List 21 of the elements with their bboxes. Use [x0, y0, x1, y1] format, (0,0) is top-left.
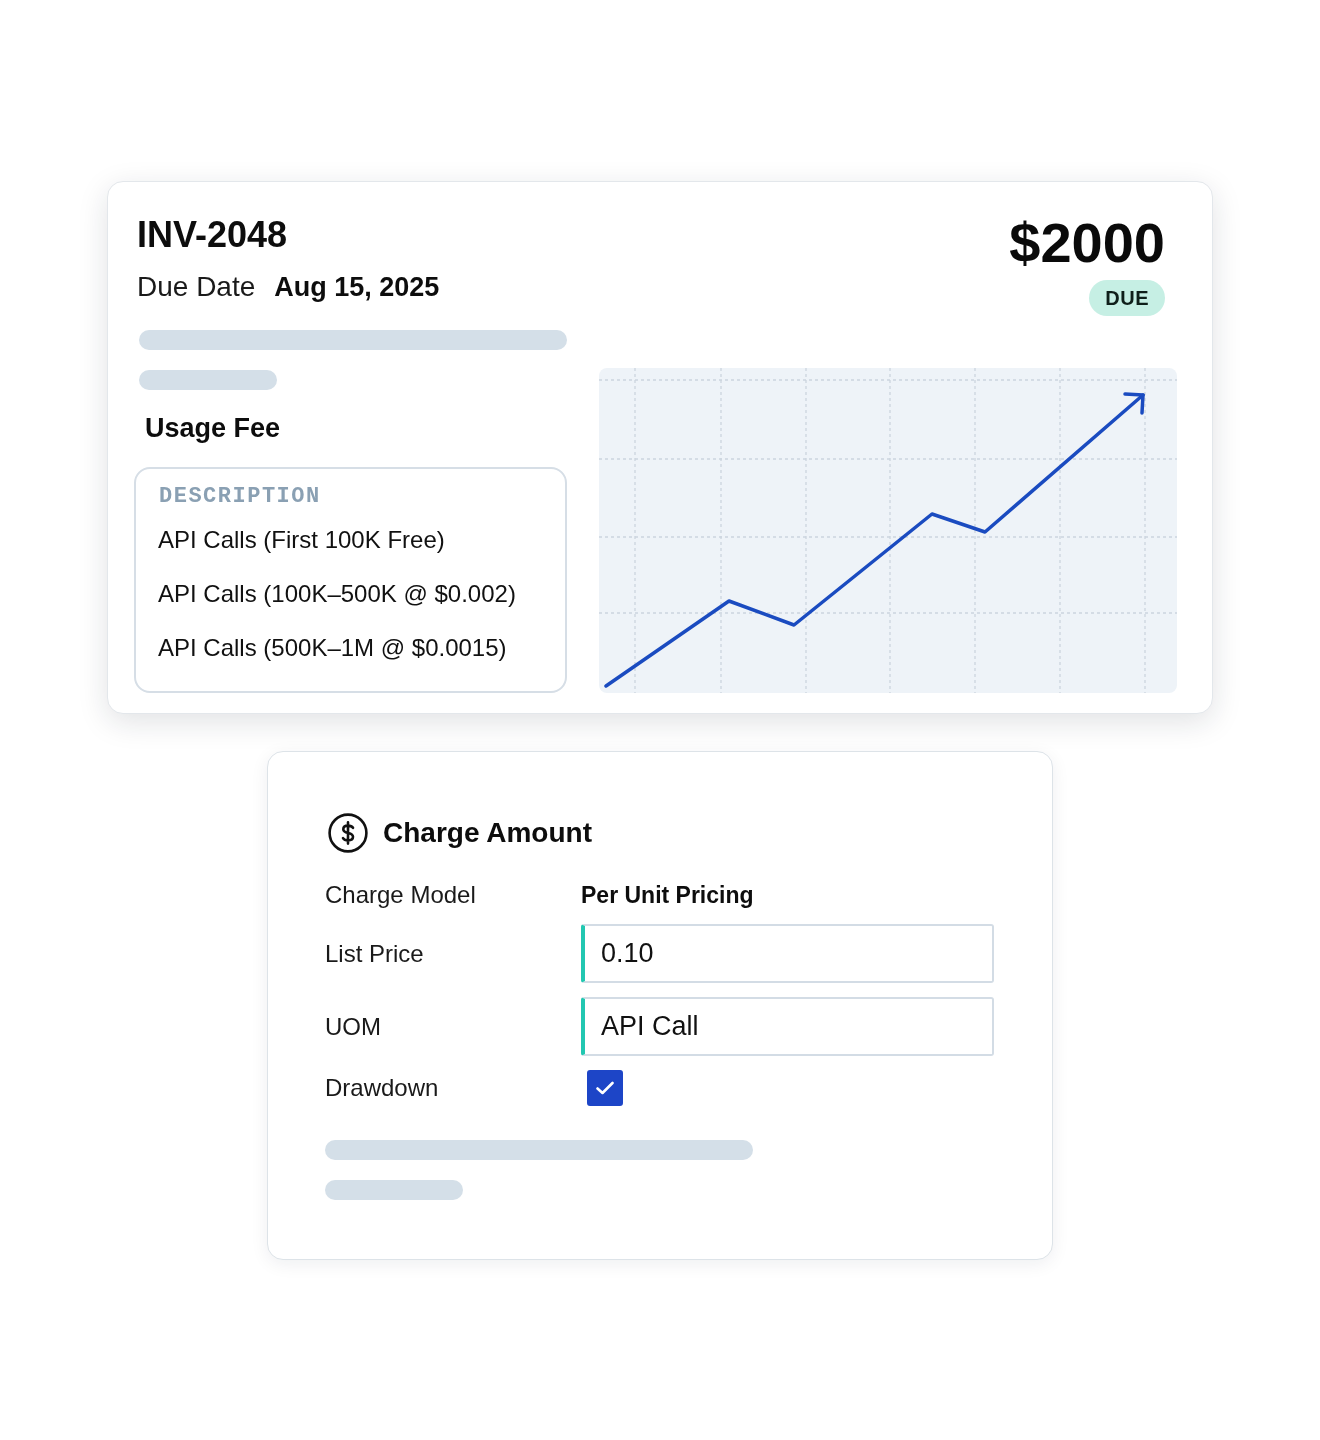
section-title: Charge Amount: [383, 816, 592, 850]
description-item: API Calls (100K–500K @ $0.002): [158, 579, 516, 609]
invoice-amount: $2000: [1009, 213, 1165, 273]
dollar-circle-icon: [328, 813, 368, 853]
field-value: Per Unit Pricing: [581, 881, 754, 910]
field-label: Drawdown: [325, 1073, 439, 1103]
description-item: API Calls (First 100K Free): [158, 525, 445, 555]
field-label: List Price: [325, 938, 424, 969]
due-date-label: Due Date: [137, 271, 256, 303]
section-title: Usage Fee: [145, 413, 281, 443]
due-date: Aug 15, 2025: [274, 271, 440, 303]
input-field[interactable]: 0.10: [581, 924, 994, 983]
description-item: API Calls (500K–1M @ $0.0015): [158, 633, 507, 663]
check-icon: [596, 1081, 614, 1095]
invoice-number: INV-2048: [137, 215, 288, 255]
field-label: UOM: [325, 1011, 381, 1042]
input-field[interactable]: API Call: [581, 997, 994, 1056]
field-label: Charge Model: [325, 880, 476, 910]
column-header: DESCRIPTION: [159, 484, 321, 510]
status-badge: DUE: [1089, 280, 1165, 316]
checkbox[interactable]: [587, 1070, 623, 1106]
